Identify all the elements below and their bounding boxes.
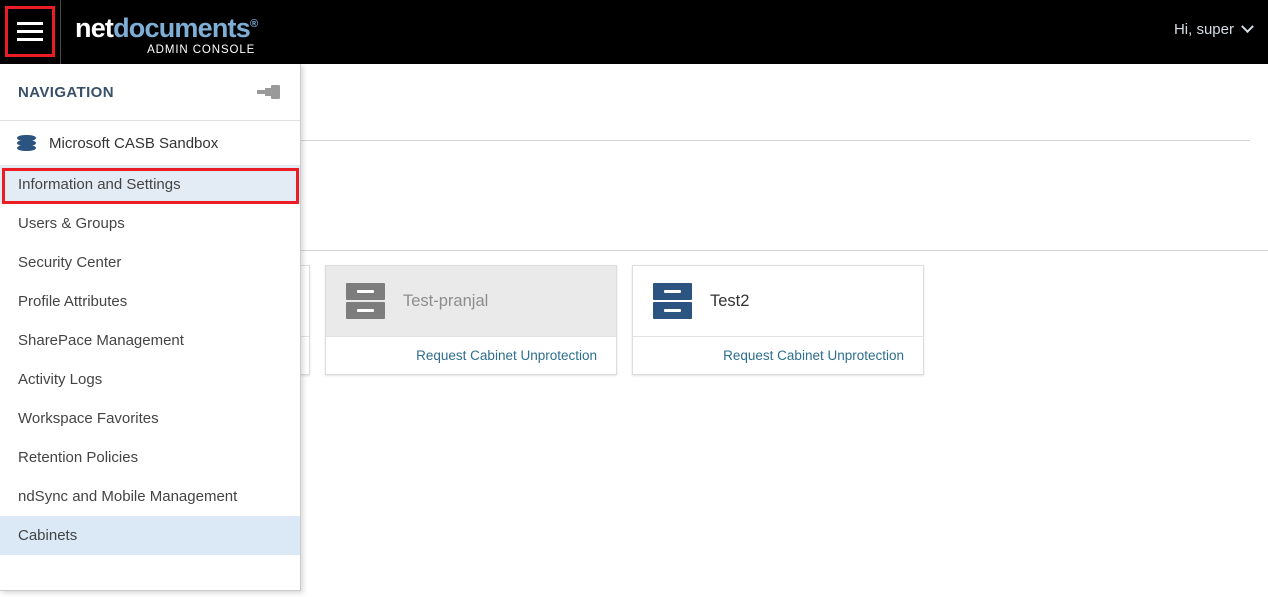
cabinet-name: Test-pranjal xyxy=(403,292,488,311)
pin-icon[interactable] xyxy=(258,83,280,101)
sidebar-item-retention-policies[interactable]: Retention Policies xyxy=(0,438,300,477)
sidebar-item-workspace-favorites[interactable]: Workspace Favorites xyxy=(0,399,300,438)
brand-subtitle: ADMIN CONSOLE xyxy=(75,45,257,57)
brand-logo: netdocuments® ADMIN CONSOLE xyxy=(75,9,257,57)
sidebar-item-sharespace-management[interactable]: SharePace Management xyxy=(0,321,300,360)
cabinet-card-footer: Request Cabinet Unprotection xyxy=(633,337,923,374)
request-cabinet-unprotection-link[interactable]: Request Cabinet Unprotection xyxy=(723,348,904,363)
cabinet-card-header: Test2 xyxy=(633,266,923,337)
cabinet-icon xyxy=(346,283,385,319)
hamburger-menu-icon xyxy=(17,22,43,41)
user-greeting-label: Hi, super xyxy=(1174,21,1234,38)
sidebar-item-cabinets[interactable]: Cabinets xyxy=(0,516,300,555)
cabinet-card[interactable]: Test2 Request Cabinet Unprotection xyxy=(632,265,924,375)
hamburger-menu-button[interactable] xyxy=(5,6,55,57)
cabinet-card[interactable]: Test-pranjal Request Cabinet Unprotectio… xyxy=(325,265,617,375)
sidebar-item-security-center[interactable]: Security Center xyxy=(0,243,300,282)
brand-name-net: net xyxy=(75,13,113,43)
navigation-panel: NAVIGATION Microsoft CASB Sandbox Inform… xyxy=(0,64,301,591)
registered-trademark-icon: ® xyxy=(250,18,257,30)
sidebar-item-profile-attributes[interactable]: Profile Attributes xyxy=(0,282,300,321)
navigation-title: NAVIGATION xyxy=(18,84,114,101)
cabinet-name: Test2 xyxy=(710,292,749,311)
user-menu-button[interactable]: Hi, super xyxy=(1174,21,1252,38)
navigation-panel-header: NAVIGATION xyxy=(0,64,300,121)
sidebar-item-ndsync-and-mobile-management[interactable]: ndSync and Mobile Management xyxy=(0,477,300,516)
repository-selector[interactable]: Microsoft CASB Sandbox xyxy=(0,121,300,165)
navigation-menu: Information and Settings Users & Groups … xyxy=(0,165,300,555)
cabinet-card-footer: Request Cabinet Unprotection xyxy=(326,337,616,374)
top-header-bar: netdocuments® ADMIN CONSOLE Hi, super xyxy=(0,0,1268,64)
brand-name-documents: documents xyxy=(113,13,250,43)
repository-name: Microsoft CASB Sandbox xyxy=(49,135,218,152)
header-divider xyxy=(60,0,61,64)
admin-console-page: netdocuments® ADMIN CONSOLE Hi, super ep… xyxy=(0,0,1268,597)
database-icon xyxy=(17,134,36,153)
request-cabinet-unprotection-link[interactable]: Request Cabinet Unprotection xyxy=(416,348,597,363)
cabinet-icon xyxy=(653,283,692,319)
cabinet-card-header: Test-pranjal xyxy=(326,266,616,337)
chevron-down-icon xyxy=(1241,20,1254,33)
sidebar-item-users-and-groups[interactable]: Users & Groups xyxy=(0,204,300,243)
sidebar-item-information-and-settings[interactable]: Information and Settings xyxy=(0,165,300,204)
sidebar-item-activity-logs[interactable]: Activity Logs xyxy=(0,360,300,399)
